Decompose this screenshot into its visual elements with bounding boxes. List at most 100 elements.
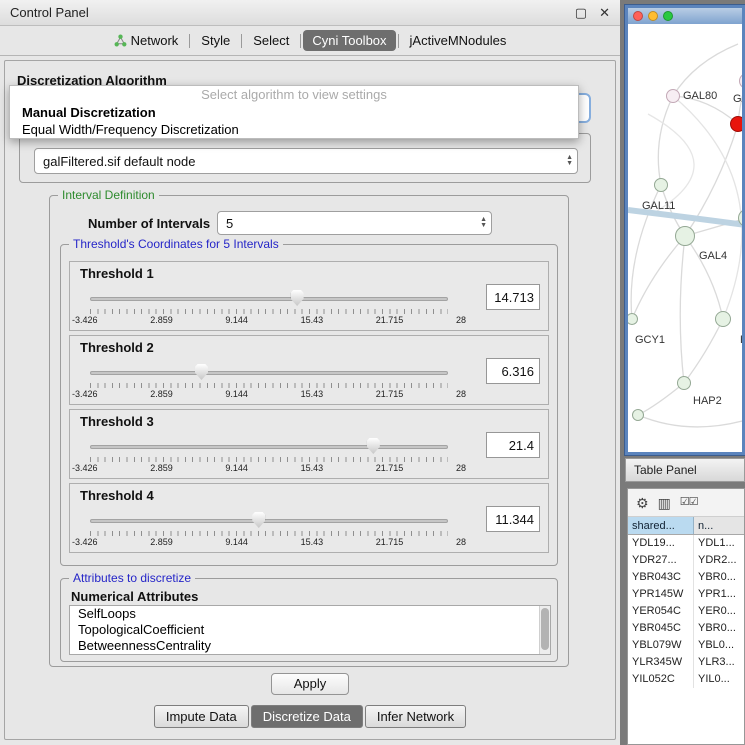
table-cell: YLR345W	[628, 654, 694, 671]
attributes-group: Attributes to discretize Numerical Attri…	[60, 578, 558, 662]
table-row[interactable]: YDL19...YDL1...	[628, 535, 744, 552]
network-node-label: GAL11	[642, 200, 675, 212]
dropdown-option-equal-width[interactable]: Equal Width/Frequency Discretization	[10, 121, 578, 138]
table-data-selected-value: galFiltered.sif default node	[43, 154, 195, 169]
interval-definition-group-title: Interval Definition	[58, 188, 159, 202]
apply-button[interactable]: Apply	[271, 673, 349, 695]
slider-thumb[interactable]	[195, 364, 208, 380]
column-header-shared-name[interactable]: shared...	[628, 517, 694, 534]
table-cell: YDR2...	[694, 552, 744, 569]
network-node-label: HAP2	[693, 395, 722, 407]
table-row[interactable]: YBL079WYBL0...	[628, 637, 744, 654]
column-header-name[interactable]: n...	[694, 517, 744, 534]
table-panel-titlebar[interactable]: Table Panel	[625, 458, 745, 482]
tab-select[interactable]: Select	[244, 30, 298, 51]
dropdown-option-manual-discretization[interactable]: Manual Discretization	[10, 104, 578, 121]
threshold-label: Threshold 3	[80, 414, 154, 429]
network-node[interactable]	[675, 226, 695, 246]
scrollbar-thumb[interactable]	[541, 608, 549, 650]
network-node-label: H	[740, 334, 742, 346]
number-of-intervals-select[interactable]: 5 ▲ ▼	[217, 211, 492, 235]
list-item[interactable]: TopologicalCoefficient	[70, 622, 550, 638]
table-cell: YDR27...	[628, 552, 694, 569]
slider-track[interactable]	[90, 297, 448, 301]
tick-label: 15.43	[301, 315, 324, 325]
slider-track[interactable]	[90, 445, 448, 449]
table-row[interactable]: YPR145WYPR1...	[628, 586, 744, 603]
slider-track[interactable]	[90, 519, 448, 523]
slider-thumb[interactable]	[291, 290, 304, 306]
table-row[interactable]: YIL052CYIL0...	[628, 671, 744, 688]
tab-jactivemnodules[interactable]: jActiveMNodules	[401, 30, 516, 51]
network-node[interactable]	[730, 116, 742, 132]
network-node[interactable]	[632, 409, 644, 421]
tick-label: 28	[456, 315, 466, 325]
tick-label: 2.859	[150, 537, 173, 547]
tab-style[interactable]: Style	[192, 30, 239, 51]
thresholds-group: Threshold's Coordinates for 5 Intervals …	[60, 244, 558, 566]
select-all-checkboxes-icon[interactable]: ☑☑	[680, 497, 698, 508]
tab-infer-network[interactable]: Infer Network	[365, 705, 466, 728]
table-row[interactable]: YLR345WYLR3...	[628, 654, 744, 671]
tab-separator	[241, 34, 242, 48]
table-toolbar: ⚙ ▥ ☑☑	[628, 489, 744, 517]
minimize-traffic-light-icon[interactable]	[648, 11, 658, 21]
threshold-value-field[interactable]: 6.316	[486, 358, 540, 384]
numerical-attributes-list[interactable]: SelfLoopsTopologicalCoefficientBetweenne…	[69, 605, 551, 655]
network-canvas[interactable]: GAL80GAGAL11GAL4GCY1HHAP2	[628, 24, 742, 452]
zoom-traffic-light-icon[interactable]	[663, 11, 673, 21]
table-cell: YBR0...	[694, 569, 744, 586]
network-node[interactable]	[654, 178, 668, 192]
columns-icon[interactable]: ▥	[658, 496, 671, 510]
tab-discretize-data[interactable]: Discretize Data	[251, 705, 363, 728]
table-cell: YDL1...	[694, 535, 744, 552]
network-node[interactable]	[666, 89, 680, 103]
list-item[interactable]: BetweennessCentrality	[70, 638, 550, 654]
list-item[interactable]: SelfLoops	[70, 606, 550, 622]
threshold-slider[interactable]	[90, 438, 448, 456]
threshold-value-field[interactable]: 11.344	[486, 506, 540, 532]
slider-tick-labels: -3.4262.8599.14415.4321.71528	[72, 315, 466, 325]
table-row[interactable]: YER054CYER0...	[628, 603, 744, 620]
table-row[interactable]: YBR043CYBR0...	[628, 569, 744, 586]
slider-thumb[interactable]	[367, 438, 380, 454]
gear-icon[interactable]: ⚙	[636, 496, 649, 510]
thresholds-group-title: Threshold's Coordinates for 5 Intervals	[69, 237, 283, 251]
table-body: YDL19...YDL1...YDR27...YDR2...YBR043CYBR…	[628, 535, 744, 744]
tab-impute-data[interactable]: Impute Data	[154, 705, 249, 728]
slider-track[interactable]	[90, 371, 448, 375]
cyni-toolbox-panel: Discretization Algorithm Select algorith…	[4, 60, 616, 740]
tab-cyni-toolbox[interactable]: Cyni Toolbox	[303, 30, 395, 51]
threshold-slider[interactable]	[90, 290, 448, 308]
threshold-value-field[interactable]: 14.713	[486, 284, 540, 310]
table-data-select[interactable]: galFiltered.sif default node ▲ ▼	[34, 148, 578, 174]
tick-label: 28	[456, 537, 466, 547]
threshold-slider[interactable]	[90, 512, 448, 530]
table-row[interactable]: YBR045CYBR0...	[628, 620, 744, 637]
close-window-icon[interactable]: ✕	[599, 5, 610, 21]
network-node-label: GAL80	[683, 90, 717, 102]
tick-label: 2.859	[150, 315, 173, 325]
close-traffic-light-icon[interactable]	[633, 11, 643, 21]
list-scrollbar[interactable]	[539, 606, 550, 654]
slider-tick-marks	[90, 309, 448, 314]
tick-label: -3.426	[72, 463, 98, 473]
table-cell: YPR145W	[628, 586, 694, 603]
tab-separator	[189, 34, 190, 48]
network-node-label: GA	[733, 93, 742, 105]
tick-label: 21.715	[376, 537, 404, 547]
dropdown-placeholder-item[interactable]: Select algorithm to view settings	[10, 86, 578, 104]
tab-network[interactable]: Network	[105, 30, 188, 51]
tick-label: 21.715	[376, 315, 404, 325]
threshold-value-field[interactable]: 21.4	[486, 432, 540, 458]
float-window-icon[interactable]: ▢	[575, 5, 587, 21]
threshold-slider[interactable]	[90, 364, 448, 382]
tick-label: 28	[456, 463, 466, 473]
threshold-label: Threshold 4	[80, 488, 154, 503]
slider-tick-marks	[90, 457, 448, 462]
network-node[interactable]	[677, 376, 691, 390]
network-node[interactable]	[715, 311, 731, 327]
slider-thumb[interactable]	[252, 512, 265, 528]
table-row[interactable]: YDR27...YDR2...	[628, 552, 744, 569]
tick-label: 9.144	[225, 389, 248, 399]
